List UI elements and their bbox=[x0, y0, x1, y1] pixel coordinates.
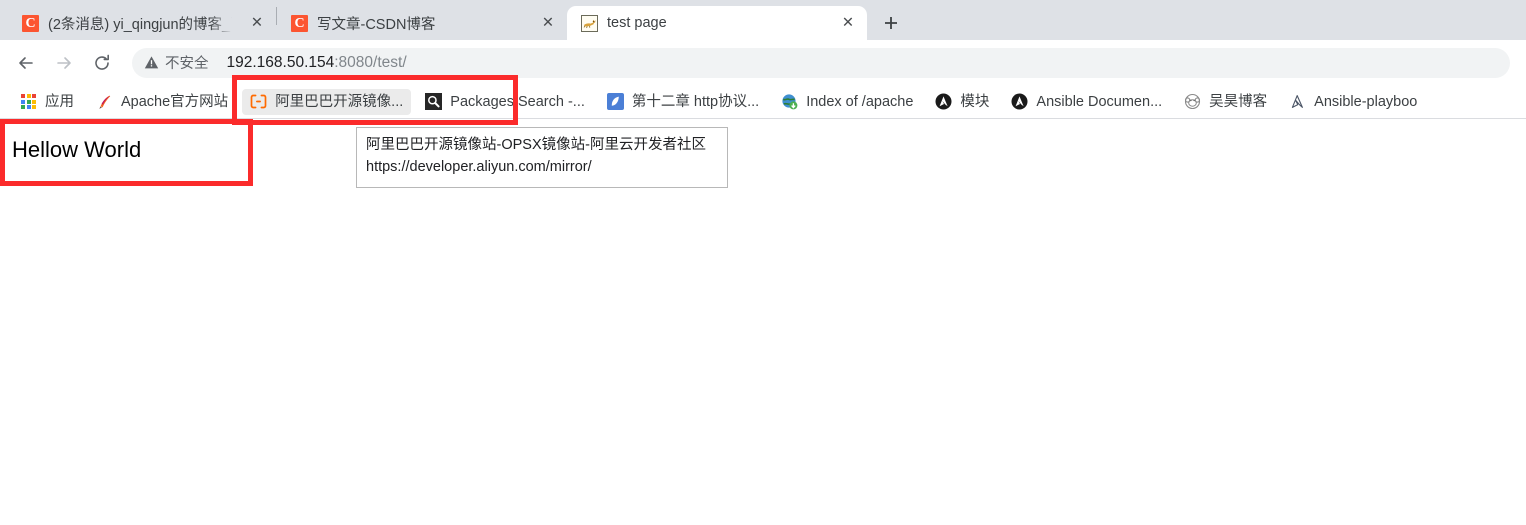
url-text[interactable]: 192.168.50.154:8080/test/ bbox=[217, 54, 1511, 72]
bookmark-label: 第十二章 http协议... bbox=[631, 93, 760, 110]
bookmarks-bar: 应用 Apache官方网站 阿里巴巴开源镜像... Packages Searc… bbox=[0, 85, 1526, 119]
bookmark-label: Apache官方网站 bbox=[121, 93, 229, 110]
apache-feather-icon bbox=[96, 93, 113, 110]
back-button[interactable] bbox=[8, 45, 44, 81]
security-status-text: 不安全 bbox=[165, 56, 209, 72]
bookmark-label: Index of /apache bbox=[806, 93, 914, 110]
page-heading: Hellow World bbox=[12, 137, 142, 162]
browser-tab-strip: C (2条消息) yi_qingjun的博客_百度 ✕ C 写文章-CSDN博客… bbox=[0, 0, 1526, 40]
browser-tab-title: test page bbox=[607, 15, 667, 31]
globe-icon bbox=[781, 93, 798, 110]
ansible-icon bbox=[1011, 93, 1028, 110]
bookmark-ansible-playbook[interactable]: Ansible-playboo bbox=[1281, 89, 1425, 115]
blue-leaf-icon bbox=[606, 93, 624, 110]
browser-tab-3-active[interactable]: test page ✕ bbox=[567, 6, 867, 40]
browser-tab-2[interactable]: C 写文章-CSDN博客 ✕ bbox=[277, 6, 567, 40]
bookmark-apps[interactable]: 应用 bbox=[12, 89, 82, 115]
security-status-chip[interactable]: 不安全 bbox=[144, 52, 217, 73]
url-path: :8080/test/ bbox=[334, 53, 407, 71]
bookmark-label: 阿里巴巴开源镜像... bbox=[275, 93, 404, 110]
monkey-icon bbox=[1184, 93, 1201, 110]
bookmark-ansible-docs[interactable]: Ansible Documen... bbox=[1003, 89, 1170, 115]
magnifier-icon bbox=[425, 93, 443, 110]
bookmark-label: Packages Search -... bbox=[450, 93, 585, 110]
url-host: 192.168.50.154 bbox=[226, 53, 335, 71]
bookmark-alibaba-mirror[interactable]: 阿里巴巴开源镜像... bbox=[242, 88, 412, 115]
tooltip-url: https://developer.aliyun.com/mirror/ bbox=[366, 158, 592, 175]
ansible-outline-icon bbox=[1289, 93, 1306, 110]
bookmark-apache[interactable]: Apache官方网站 bbox=[88, 89, 236, 115]
page-viewport: Hellow World 阿里巴巴开源镜像站-OPSX镜像站-阿里云开发者社区 … bbox=[0, 119, 1526, 525]
bookmark-label: Ansible Documen... bbox=[1036, 93, 1163, 110]
bookmark-modules[interactable]: 模块 bbox=[927, 89, 997, 115]
tomcat-favicon bbox=[581, 14, 598, 32]
bookmark-index-apache[interactable]: Index of /apache bbox=[773, 89, 921, 115]
browser-tab-title: 写文章-CSDN博客 bbox=[317, 16, 436, 33]
ansible-icon bbox=[935, 93, 952, 110]
browser-tab-title: (2条消息) yi_qingjun的博客_百度 bbox=[48, 12, 236, 34]
bookmark-wuhao-blog[interactable]: 吴昊博客 bbox=[1176, 89, 1275, 115]
bookmark-label: 吴昊博客 bbox=[1209, 93, 1268, 110]
bookmark-label: 模块 bbox=[960, 93, 990, 110]
bookmark-label: 应用 bbox=[45, 93, 74, 110]
browser-toolbar: 不安全 192.168.50.154:8080/test/ bbox=[0, 40, 1526, 125]
bookmark-packages-search[interactable]: Packages Search -... bbox=[417, 89, 593, 115]
bookmark-label: Ansible-playboo bbox=[1314, 93, 1418, 110]
csdn-favicon: C bbox=[22, 14, 39, 32]
tab-close-icon[interactable]: ✕ bbox=[839, 14, 857, 32]
tab-close-icon[interactable]: ✕ bbox=[248, 14, 266, 32]
bookmark-http-chapter[interactable]: 第十二章 http协议... bbox=[599, 89, 767, 115]
apps-grid-icon bbox=[20, 93, 37, 110]
forward-button bbox=[46, 45, 82, 81]
browser-tab-1[interactable]: C (2条消息) yi_qingjun的博客_百度 ✕ bbox=[8, 6, 276, 40]
address-bar[interactable]: 不安全 192.168.50.154:8080/test/ bbox=[132, 47, 1511, 78]
alibaba-bracket-icon bbox=[250, 93, 267, 110]
reload-button[interactable] bbox=[84, 45, 120, 81]
tab-close-icon[interactable]: ✕ bbox=[539, 14, 557, 32]
warning-triangle-icon bbox=[144, 55, 159, 70]
tooltip-title: 阿里巴巴开源镜像站-OPSX镜像站-阿里云开发者社区 bbox=[366, 137, 706, 153]
new-tab-button[interactable] bbox=[877, 9, 905, 37]
link-tooltip: 阿里巴巴开源镜像站-OPSX镜像站-阿里云开发者社区 https://devel… bbox=[356, 127, 728, 188]
csdn-favicon: C bbox=[291, 14, 308, 32]
